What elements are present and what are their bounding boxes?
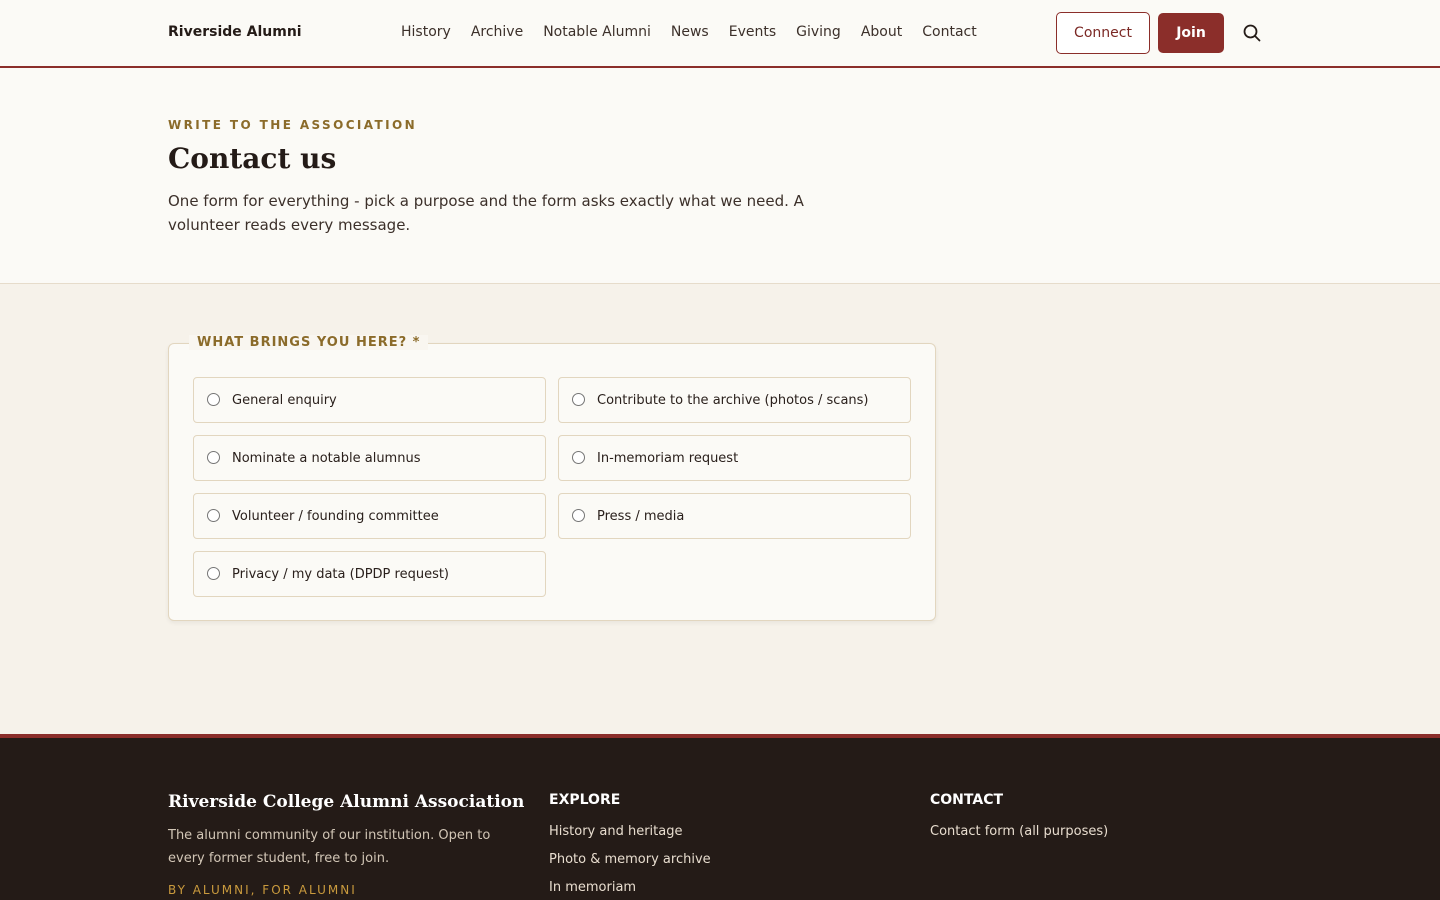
purpose-option-in-memoriam[interactable]: In-memoriam request xyxy=(558,435,911,481)
purpose-option-nominate[interactable]: Nominate a notable alumnus xyxy=(193,435,546,481)
purpose-option-press[interactable]: Press / media xyxy=(558,493,911,539)
radio-button[interactable] xyxy=(572,392,585,406)
radio-button[interactable] xyxy=(207,392,220,406)
purpose-option-privacy[interactable]: Privacy / my data (DPDP request) xyxy=(193,551,546,597)
option-label: Volunteer / founding committee xyxy=(232,508,439,524)
footer-contact-heading: CONTACT xyxy=(930,792,1004,808)
option-label: In-memoriam request xyxy=(597,450,739,466)
footer-explore-heading: EXPLORE xyxy=(549,792,621,808)
nav-link-contact[interactable]: Contact xyxy=(922,24,976,40)
nav-link-events[interactable]: Events xyxy=(729,24,776,40)
radio-button[interactable] xyxy=(207,450,220,464)
site-footer: Riverside College Alumni Association The… xyxy=(0,734,1440,900)
footer-org-name: Riverside College Alumni Association xyxy=(168,792,525,812)
nav-link-about[interactable]: About xyxy=(861,24,902,40)
page-eyebrow: WRITE TO THE ASSOCIATION xyxy=(168,118,418,132)
nav-link-giving[interactable]: Giving xyxy=(796,24,841,40)
site-brand[interactable]: Riverside Alumni xyxy=(168,24,302,40)
purpose-legend: WHAT BRINGS YOU HERE? * xyxy=(189,335,429,350)
nav-link-archive[interactable]: Archive xyxy=(471,24,523,40)
option-label: General enquiry xyxy=(232,392,337,408)
nav-link-news[interactable]: News xyxy=(671,24,709,40)
nav-link-notable-alumni[interactable]: Notable Alumni xyxy=(543,24,651,40)
footer-tagline: BY ALUMNI, FOR ALUMNI xyxy=(168,883,357,897)
search-icon xyxy=(1243,24,1261,42)
option-label: Privacy / my data (DPDP request) xyxy=(232,566,450,582)
connect-button[interactable]: Connect xyxy=(1056,12,1150,54)
option-label: Nominate a notable alumnus xyxy=(232,450,421,466)
main-nav: History Archive Notable Alumni News Even… xyxy=(401,24,977,40)
radio-button[interactable] xyxy=(572,508,585,522)
option-label: Contribute to the archive (photos / scan… xyxy=(597,392,869,408)
page-title: Contact us xyxy=(168,142,337,175)
contact-form-area: WHAT BRINGS YOU HERE? * General enquiry … xyxy=(0,284,1440,734)
radio-button[interactable] xyxy=(572,450,585,464)
purpose-fieldset: WHAT BRINGS YOU HERE? * General enquiry … xyxy=(168,335,936,621)
search-button[interactable] xyxy=(1242,23,1262,43)
option-label: Press / media xyxy=(597,508,685,524)
footer-link-contact-form[interactable]: Contact form (all purposes) xyxy=(930,824,1108,839)
site-header: Riverside Alumni History Archive Notable… xyxy=(0,0,1440,68)
join-button[interactable]: Join xyxy=(1158,13,1224,53)
purpose-option-volunteer[interactable]: Volunteer / founding committee xyxy=(193,493,546,539)
footer-link-in-memoriam[interactable]: In memoriam xyxy=(549,880,636,895)
purpose-option-general-enquiry[interactable]: General enquiry xyxy=(193,377,546,423)
footer-link-history[interactable]: History and heritage xyxy=(549,824,682,839)
page-intro: One form for everything - pick a purpose… xyxy=(168,192,804,234)
purpose-option-archive[interactable]: Contribute to the archive (photos / scan… xyxy=(558,377,911,423)
page-hero: WRITE TO THE ASSOCIATION Contact us One … xyxy=(0,68,1440,284)
footer-link-archive[interactable]: Photo & memory archive xyxy=(549,852,711,867)
radio-button[interactable] xyxy=(207,566,220,580)
radio-button[interactable] xyxy=(207,508,220,522)
nav-link-history[interactable]: History xyxy=(401,24,451,40)
footer-description: The alumni community of our institution.… xyxy=(168,828,491,866)
